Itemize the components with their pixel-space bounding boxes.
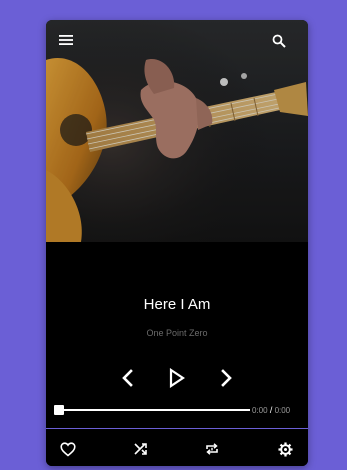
play-button[interactable] (165, 366, 189, 390)
heart-icon (60, 441, 76, 457)
elapsed-time: 0:00 (252, 406, 268, 415)
album-cover (46, 20, 308, 242)
guitar-photo (46, 20, 308, 242)
track-title: Here I Am (143, 296, 211, 313)
chevron-right-icon (221, 369, 232, 387)
bottom-toolbar (46, 428, 308, 466)
progress-bar[interactable]: 0:00 / 0:00 (54, 404, 304, 416)
previous-button[interactable] (116, 366, 140, 390)
repeat-icon (206, 443, 218, 455)
track-artist: One Point Zero (146, 328, 208, 338)
repeat-button[interactable] (202, 439, 222, 459)
progress-handle[interactable] (54, 405, 64, 415)
menu-button[interactable] (59, 34, 83, 58)
time-display: 0:00 / 0:00 (252, 404, 290, 417)
favorite-button[interactable] (58, 439, 78, 459)
track-info: Here I Am One Point Zero (46, 242, 308, 422)
menu-icon (59, 35, 73, 45)
chevron-left-icon (122, 369, 133, 387)
playback-controls (46, 366, 308, 390)
time-separator: / (269, 405, 273, 415)
search-icon (272, 34, 286, 48)
progress-track[interactable] (58, 409, 250, 411)
search-button[interactable] (272, 34, 296, 58)
next-button[interactable] (214, 366, 238, 390)
shuffle-button[interactable] (131, 439, 151, 459)
gear-icon (277, 441, 293, 457)
settings-button[interactable] (275, 439, 295, 459)
play-icon (169, 368, 185, 388)
total-time: 0:00 (274, 406, 291, 415)
music-player: Here I Am One Point Zero 0:00 / 0:00 (46, 20, 308, 466)
shuffle-icon (134, 443, 147, 455)
